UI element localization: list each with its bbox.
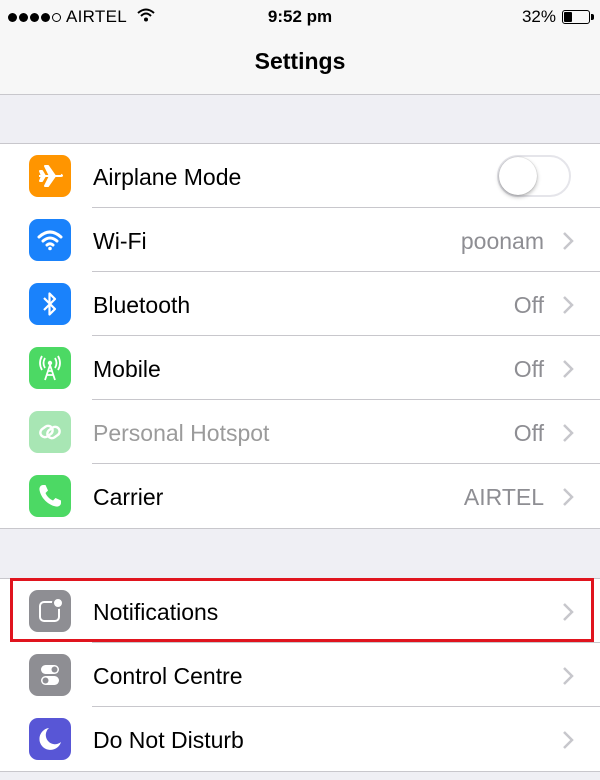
moon-icon: [29, 718, 71, 760]
settings-row-value: AIRTEL: [463, 484, 544, 510]
settings-row-carrier[interactable]: Carrier AIRTEL: [0, 464, 600, 528]
settings-row-bluetooth[interactable]: Bluetooth Off: [0, 272, 600, 336]
settings-row-label: Do Not Disturb: [93, 727, 244, 753]
settings-row-label: Notifications: [93, 599, 219, 625]
navigation-bar: Settings: [0, 32, 600, 95]
bluetooth-icon: [29, 283, 71, 325]
chevron-right-icon: [562, 602, 574, 627]
battery-percentage: 32%: [521, 7, 556, 26]
chevron-right-icon: [562, 423, 574, 448]
hotspot-link-icon: [29, 411, 71, 453]
notifications-icon: [29, 590, 71, 632]
settings-row-label: Bluetooth: [93, 292, 191, 318]
settings-group-connectivity: Airplane Mode Wi-Fi poonam Bluetooth Off…: [0, 143, 600, 529]
settings-row-label: Carrier: [93, 484, 164, 510]
wifi-icon: [29, 219, 71, 261]
battery-icon: [562, 10, 594, 24]
phone-icon: [29, 475, 71, 517]
settings-row-label: Airplane Mode: [93, 164, 242, 190]
chevron-right-icon: [562, 359, 574, 384]
chevron-right-icon: [562, 487, 574, 512]
settings-row-label: Control Centre: [93, 663, 243, 689]
settings-row-wifi[interactable]: Wi-Fi poonam: [0, 208, 600, 272]
toggle-knob: [499, 157, 537, 195]
chevron-right-icon: [562, 666, 574, 691]
settings-row-value: poonam: [460, 228, 544, 254]
settings-row-value: Off: [513, 292, 544, 318]
status-time: 9:52 pm: [267, 7, 333, 26]
antenna-icon: [29, 347, 71, 389]
airplane-icon: [29, 155, 71, 197]
status-bar: AIRTEL 9:52 pm 32%: [0, 0, 600, 32]
settings-row-label: Wi-Fi: [93, 228, 147, 254]
chevron-right-icon: [562, 730, 574, 755]
chevron-right-icon: [562, 231, 574, 256]
settings-row-label: Personal Hotspot: [93, 420, 270, 446]
control-centre-icon: [29, 654, 71, 696]
settings-row-notifications[interactable]: Notifications: [0, 579, 600, 643]
settings-group-system: Notifications Control Centre Do Not Dist…: [0, 578, 600, 772]
page-title: Settings: [254, 48, 346, 74]
settings-row-personal-hotspot[interactable]: Personal Hotspot Off: [0, 400, 600, 464]
settings-row-do-not-disturb[interactable]: Do Not Disturb: [0, 707, 600, 771]
settings-row-value: Off: [513, 420, 544, 446]
settings-row-airplane-mode[interactable]: Airplane Mode: [0, 144, 600, 208]
settings-row-label: Mobile: [93, 356, 161, 382]
status-right: 32%: [521, 7, 594, 27]
settings-row-mobile[interactable]: Mobile Off: [0, 336, 600, 400]
settings-row-value: Off: [513, 356, 544, 382]
chevron-right-icon: [562, 295, 574, 320]
airplane-mode-toggle[interactable]: [497, 155, 571, 197]
settings-row-control-centre[interactable]: Control Centre: [0, 643, 600, 707]
